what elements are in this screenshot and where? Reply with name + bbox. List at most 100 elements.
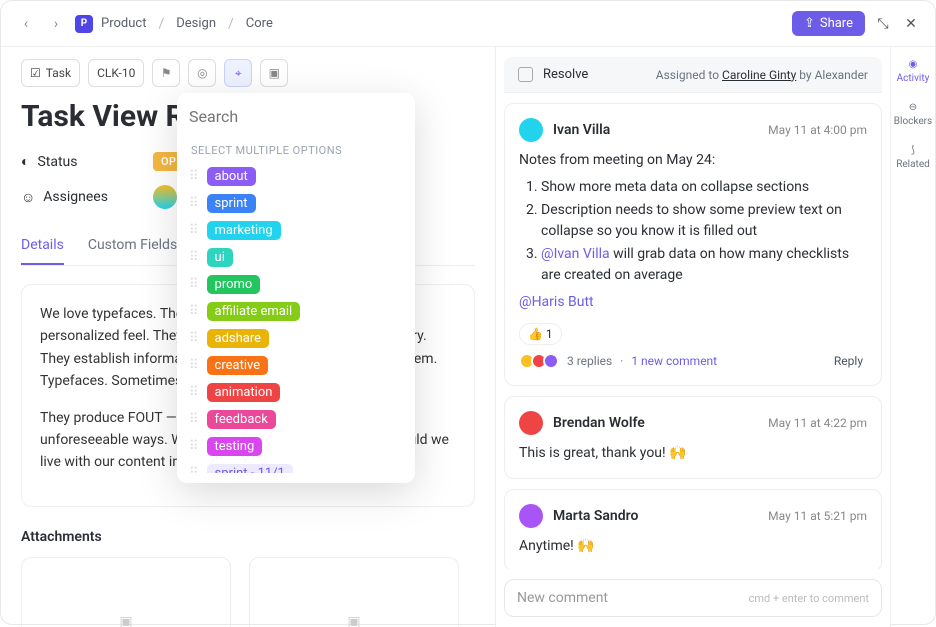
tag-label: animation: [207, 383, 281, 402]
drag-handle-icon[interactable]: ⠿: [189, 443, 197, 451]
tag-label: adshare: [207, 329, 270, 348]
target-icon[interactable]: ◎: [188, 59, 216, 87]
resolve-checkbox[interactable]: [518, 67, 533, 82]
assigned-user-link[interactable]: Caroline Ginty: [722, 68, 796, 82]
composer-placeholder: New comment: [517, 590, 608, 606]
tag-option[interactable]: ⠿ animation: [177, 379, 415, 406]
breadcrumb-item[interactable]: Design: [176, 16, 216, 31]
replies-count[interactable]: 3 replies: [567, 354, 612, 368]
reaction[interactable]: 👍 1: [519, 323, 562, 345]
resolve-label: Resolve: [543, 67, 588, 82]
comment-time: May 11 at 5:21 pm: [768, 509, 867, 523]
dropdown-title: SELECT MULTIPLE OPTIONS: [177, 138, 415, 163]
reply-link[interactable]: Reply: [834, 354, 863, 368]
drag-handle-icon[interactable]: ⠿: [189, 416, 197, 424]
assignee-avatar[interactable]: [153, 185, 177, 209]
tag-option[interactable]: ⠿ ui: [177, 244, 415, 271]
tag-label: testing: [207, 437, 263, 456]
tag-option[interactable]: ⠿ testing: [177, 433, 415, 460]
tag-label: feedback: [207, 410, 276, 429]
breadcrumb-item[interactable]: Core: [246, 16, 273, 31]
comment-author[interactable]: Ivan Villa: [553, 122, 610, 138]
assigned-to: Assigned to Caroline Ginty by Alexander: [656, 68, 868, 82]
attachments-title: Attachments: [21, 529, 475, 545]
tag-option[interactable]: ⠿ about: [177, 163, 415, 190]
tag-label: sprint - 11/1: [207, 464, 293, 473]
comment-author[interactable]: Marta Sandro: [553, 508, 638, 524]
image-icon[interactable]: ▣: [260, 59, 288, 87]
comment-body: This is great, thank you! 🙌: [519, 443, 867, 464]
topbar: ‹ › P Product / Design / Core ⇪Share ⤡ ✕: [1, 1, 935, 47]
close-icon[interactable]: ✕: [901, 14, 921, 34]
tag-label: promo: [207, 275, 261, 294]
rail-activity[interactable]: ◉Activity: [897, 59, 930, 84]
forward-icon[interactable]: ›: [45, 13, 67, 35]
attachment-slot[interactable]: ▣: [249, 557, 459, 627]
new-comment-link[interactable]: 1 new comment: [631, 354, 717, 368]
drag-handle-icon[interactable]: ⠿: [189, 362, 197, 370]
tag-option[interactable]: ⠿ feedback: [177, 406, 415, 433]
tag-option[interactable]: ⠿ sprint: [177, 190, 415, 217]
breadcrumb-item[interactable]: Product: [101, 16, 146, 31]
blocked-icon: ⊖: [909, 102, 917, 113]
resolve-bar: Resolve Assigned to Caroline Ginty by Al…: [504, 57, 882, 93]
task-detail-pane: ☑Task CLK-10 ⚑ ◎ ⌖ ▣ Task View Re ◐Statu…: [1, 47, 495, 627]
comment-time: May 11 at 4:00 pm: [768, 123, 867, 137]
rail-related[interactable]: ⟆Related: [896, 145, 930, 170]
drag-handle-icon[interactable]: ⠿: [189, 281, 197, 289]
mention[interactable]: @Haris Butt: [519, 292, 867, 313]
task-type-chip[interactable]: ☑Task: [21, 59, 80, 87]
check-icon: ☑: [30, 66, 41, 80]
tag-option[interactable]: ⠿marketing: [177, 217, 415, 244]
comment-avatar[interactable]: [519, 118, 543, 142]
status-icon: ◐: [21, 153, 29, 170]
drag-handle-icon[interactable]: ⠿: [189, 200, 197, 208]
comment: Brendan Wolfe May 11 at 4:22 pm This is gr…: [504, 396, 882, 479]
back-icon[interactable]: ‹: [15, 13, 37, 35]
tab-custom-fields[interactable]: Custom Fields: [88, 227, 177, 265]
rail-blockers[interactable]: ⊖Blockers: [894, 102, 932, 127]
share-icon: ⇪: [804, 16, 815, 31]
drag-handle-icon[interactable]: ⠿: [189, 470, 197, 473]
share-button[interactable]: ⇪Share: [792, 11, 865, 36]
image-icon: ▣: [347, 614, 360, 627]
drag-handle-icon[interactable]: ⠿: [189, 335, 197, 343]
comment-body: Anytime! 🙌: [519, 536, 867, 557]
tag-option[interactable]: ⠿ adshare: [177, 325, 415, 352]
tag-dropdown: SELECT MULTIPLE OPTIONS ⠿ about ⠿ sprint ⠿ma…: [177, 93, 415, 483]
tag-label: ui: [207, 248, 233, 267]
comment-composer[interactable]: New comment cmd + enter to comment: [504, 579, 882, 617]
tag-option[interactable]: ⠿ creative: [177, 352, 415, 379]
flag-icon[interactable]: ⚑: [152, 59, 180, 87]
attachment-slot[interactable]: ▣: [21, 557, 231, 627]
drag-handle-icon[interactable]: ⠿: [189, 308, 197, 316]
tag-label: sprint: [207, 194, 256, 213]
comment: Marta Sandro May 11 at 5:21 pm Anytime! 🙌: [504, 489, 882, 569]
tag-option[interactable]: ⠿affiliate email: [177, 298, 415, 325]
tag-option[interactable]: ⠿ promo: [177, 271, 415, 298]
composer-hint: cmd + enter to comment: [749, 592, 869, 605]
tag-search-input[interactable]: [187, 103, 405, 130]
drag-handle-icon[interactable]: ⠿: [189, 173, 197, 181]
image-icon: ▣: [119, 614, 132, 627]
tag-label: about: [207, 167, 256, 186]
tab-details[interactable]: Details: [21, 227, 64, 265]
tag-label: creative: [207, 356, 269, 375]
drag-handle-icon[interactable]: ⠿: [189, 389, 197, 397]
link-icon: ⟆: [911, 145, 915, 156]
drag-handle-icon[interactable]: ⠿: [189, 254, 197, 262]
task-id-chip[interactable]: CLK-10: [88, 59, 144, 87]
collapse-icon[interactable]: ⤡: [873, 14, 893, 34]
project-icon[interactable]: P: [75, 15, 93, 33]
tag-option[interactable]: ⠿ sprint - 11/1: [177, 460, 415, 473]
side-rail: ◉Activity ⊖Blockers ⟆Related: [890, 47, 935, 627]
tag-icon[interactable]: ⌖: [224, 59, 252, 87]
mention[interactable]: @Ivan Villa: [541, 246, 610, 262]
comments-panel: Resolve Assigned to Caroline Ginty by Al…: [495, 47, 890, 627]
comment-author[interactable]: Brendan Wolfe: [553, 415, 645, 431]
comment-avatar[interactable]: [519, 504, 543, 528]
comment-avatar[interactable]: [519, 411, 543, 435]
comment-time: May 11 at 4:22 pm: [768, 416, 867, 430]
comment-body: Notes from meeting on May 24:Show more m…: [519, 150, 867, 313]
drag-handle-icon[interactable]: ⠿: [189, 227, 197, 235]
